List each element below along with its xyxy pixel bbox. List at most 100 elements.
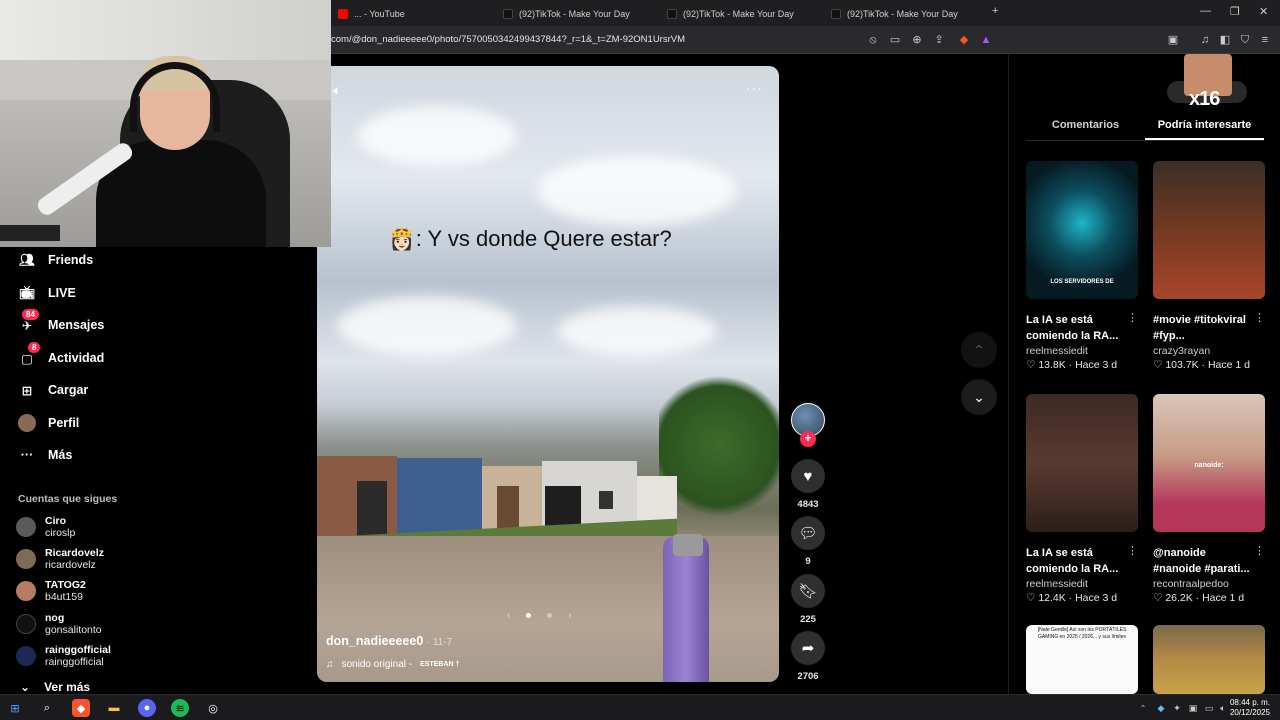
overlay-x16-text: x16 [1189,88,1220,110]
video-thumbnail[interactable]: LOS SERVIDORES DE [1026,161,1138,299]
tab-tiktok-3[interactable]: (92)TikTok - Make Your Day [831,4,958,24]
bookmark-icon[interactable]: 🔖︎ [791,574,825,608]
video-thumbnail[interactable]: [Nate Gentile] Así son los PORTÁTILES GA… [1026,625,1138,694]
tab-tiktok-2[interactable]: (92)TikTok - Make Your Day [667,4,794,24]
file-explorer-icon[interactable]: ▬ [105,699,123,717]
music-note-icon: ♫ [326,659,334,670]
screen-icon[interactable]: ▭ [888,33,902,47]
author-name[interactable]: don_nadieeeee0 [326,634,423,648]
carousel-dot[interactable] [547,613,553,618]
system-clock[interactable]: 08:44 p. m. 20/12/2025 [1230,698,1270,718]
chevron-right-icon[interactable]: › [568,610,571,621]
carousel-dot-active[interactable] [526,613,532,618]
sidebar-item-activity[interactable]: ▢ 8 Actividad [18,342,104,367]
card-menu-icon[interactable]: ⋮ [1127,311,1138,324]
chevron-up-icon: ⌃ [973,341,985,358]
tab-youtube[interactable]: ... - YouTube [338,4,405,24]
cloud [557,306,717,356]
following-item[interactable]: nog gonsalitonto [16,612,102,636]
search-icon[interactable]: ⌕ [38,699,56,717]
sidebar-item-live[interactable]: 📺︎ LIVE [18,284,76,302]
video-player[interactable]: 👸🏻: Y vs donde Quere estar? 🔈︎ ··· ‹ › d… [317,66,779,682]
recommended-video-card[interactable] [1153,625,1265,694]
webcam-overlay [0,0,331,247]
author-line: don_nadieeeee0 · 11-7 [326,634,452,648]
menu-icon[interactable]: ≡ [1258,33,1272,47]
url-text[interactable]: com/@don_nadieeeee0/photo/75700503424994… [331,34,685,45]
photo-caption: 👸🏻: Y vs donde Quere estar? [388,226,672,251]
activity-icon: ▢ 8 [18,342,41,367]
following-section-title: Cuentas que sigues [18,493,118,505]
sound-line[interactable]: ♫ sonido original - ESTEBAN † [326,659,459,670]
windows-start-icon[interactable]: ⊞ [6,699,24,717]
brave-browser-icon[interactable]: ◆ [72,699,90,717]
restore-button[interactable]: ❐ [1230,5,1240,18]
thumbnail-overlay-text: nanoide: [1194,462,1224,469]
close-window-button[interactable]: ✕ [1259,5,1268,18]
recommended-video-card[interactable]: LOS SERVIDORES DE ⋮ La IA se está comien… [1026,161,1138,371]
sidebar-toggle-icon[interactable]: ▣ [1166,33,1180,47]
heart-icon[interactable]: ♥ [791,459,825,493]
save-action[interactable]: 🔖︎ 225 [791,574,825,625]
video-thumbnail[interactable]: nanoide: [1153,394,1265,532]
avatar [16,614,36,634]
brave-shield-icon[interactable]: ◆ [957,33,971,47]
volume-icon[interactable]: 🔈︎ [333,82,341,99]
media-icon[interactable]: ♫ [1198,33,1212,47]
tab-recommended[interactable]: Podría interesarte [1145,117,1264,140]
zoom-icon[interactable]: ⊕ [910,33,924,47]
recommended-video-card[interactable]: ⋮ La IA se está comiendo la RA... reelme… [1026,394,1138,604]
spotify-icon[interactable]: ≋ [171,699,189,717]
share-action[interactable]: ➦ 2706 [791,631,825,682]
sidebar-item-profile[interactable]: Perfil [18,414,79,432]
follow-plus-button[interactable]: + [800,431,816,447]
sidebar-item-upload[interactable]: ⊞ Cargar [18,381,89,399]
activity-badge: 8 [28,342,41,353]
sidebar-item-messages[interactable]: ✈︎ 84 Mensajes [18,309,104,334]
following-item[interactable]: TATOG2 b4ut159 [16,579,86,603]
no-tracking-icon[interactable]: ⦸ [866,33,880,47]
following-item[interactable]: rainggofficial rainggofficial [16,644,111,668]
princess-emoji-icon: 👸🏻 [388,226,416,251]
comment-icon[interactable]: 💬︎ [791,516,825,550]
minimize-button[interactable]: — [1200,5,1211,17]
card-menu-icon[interactable]: ⋮ [1127,544,1138,557]
comment-count: 9 [805,556,811,567]
recommended-video-card[interactable]: nanoide: ⋮ @nanoide #nanoide #parati... … [1153,394,1265,604]
brave-rewards-icon[interactable]: ▲ [979,33,993,47]
card-menu-icon[interactable]: ⋮ [1254,311,1265,324]
chevron-left-icon[interactable]: ‹ [507,610,510,621]
share-icon[interactable]: ⇪ [932,33,946,47]
carousel-controls: ‹ › [507,610,572,621]
next-video-button[interactable]: ⌄ [961,379,997,415]
more-options-icon[interactable]: ··· [746,80,763,96]
video-thumbnail[interactable] [1026,394,1138,532]
comment-action[interactable]: 💬︎ 9 [791,516,825,567]
obs-icon[interactable]: ◎ [204,699,222,717]
new-tab-button[interactable]: + [992,5,998,17]
sidebar-item-more[interactable]: ··· Más [18,446,73,464]
tab-tiktok-1[interactable]: (92)TikTok - Make Your Day [503,4,630,24]
discord-icon[interactable]: ● [138,699,156,717]
recommended-video-card[interactable]: [Nate Gentile] Así son los PORTÁTILES GA… [1026,625,1138,694]
see-more-button[interactable]: ⌄ Ver más [20,680,90,694]
chevron-down-icon: ⌄ [973,388,985,405]
tray-chevron-icon[interactable]: ⌃ [1134,699,1152,717]
split-view-icon[interactable]: ◧ [1218,33,1232,47]
share-arrow-icon[interactable]: ➦ [791,631,825,665]
youtube-icon [338,9,348,19]
following-item[interactable]: Ciro ciroslp [16,515,75,539]
previous-video-button[interactable]: ⌃ [961,332,997,368]
tab-comments[interactable]: Comentarios [1026,117,1145,140]
recommended-video-card[interactable]: ⋮ #movie #titokviral #fyp... crazy3rayan… [1153,161,1265,371]
avatar [16,517,36,537]
like-action[interactable]: ♥ 4843 [791,459,825,510]
card-menu-icon[interactable]: ⋮ [1254,544,1265,557]
video-thumbnail[interactable] [1153,161,1265,299]
following-item[interactable]: Ricardovelz ricardovelz [16,547,104,571]
video-thumbnail[interactable] [1153,625,1265,694]
sidebar-item-friends[interactable]: 👥︎ Friends [18,251,93,269]
avatar [16,581,36,601]
post-date: · 11-7 [426,637,453,648]
vpn-icon[interactable]: ⛉ [1238,33,1252,47]
